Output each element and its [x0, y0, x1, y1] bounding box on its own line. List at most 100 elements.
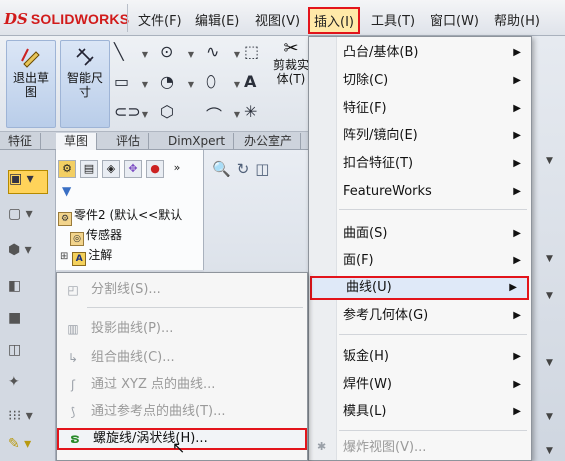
- menu-item-label: 切除(C): [343, 73, 389, 88]
- slot-tool[interactable]: ⊂⊃ ▼: [114, 102, 148, 126]
- menu-item-pattern-mirror[interactable]: 阵列/镜向(E) ▶: [309, 124, 531, 148]
- section-icon: ◧: [8, 278, 22, 294]
- tree-item-part[interactable]: ⚙ 零件2 (默认<<默认: [58, 206, 182, 226]
- menu-item-label: 曲线(U): [346, 280, 392, 295]
- lights-button[interactable]: ✦: [8, 374, 48, 398]
- ellipse-tool[interactable]: ⬯ ▼: [206, 72, 240, 96]
- submenu-item-label: 投影曲线(P)...: [91, 321, 174, 336]
- menu-separator: [339, 334, 527, 335]
- tree-item-label: 零件2 (默认<<默认: [74, 208, 183, 222]
- property-manager-icon[interactable]: ▤: [80, 160, 98, 178]
- reference-point-curve-icon: ⟆: [70, 405, 76, 419]
- dots-button[interactable]: ⁝⁝⁝ ▾: [8, 408, 48, 432]
- submenu-arrow-icon: ▶: [513, 130, 521, 141]
- menu-item-curve[interactable]: 曲线(U) ▶: [310, 276, 529, 300]
- view-orient-button[interactable]: ▢ ▾: [8, 206, 48, 230]
- arc-tool[interactable]: ◔ ▼: [160, 72, 194, 96]
- display-manager-icon[interactable]: ●: [146, 160, 164, 178]
- tab-features[interactable]: 特征: [0, 133, 42, 150]
- menu-file[interactable]: 文件(F): [138, 10, 182, 29]
- circle-tool[interactable]: ⊙ ▼: [160, 42, 194, 66]
- submenu-item-projected-curve[interactable]: ▥ 投影曲线(P)...: [57, 318, 307, 340]
- wire-button[interactable]: ◫: [8, 342, 48, 366]
- more-chevron-icon[interactable]: »: [168, 160, 186, 178]
- sketch-cube-button[interactable]: ▣ ▾: [8, 170, 48, 194]
- menu-item-boss-base[interactable]: 凸台/基体(B) ▶: [309, 41, 531, 65]
- chevron-down-icon[interactable]: ▼: [546, 412, 553, 422]
- filter-icon[interactable]: ▼: [62, 184, 71, 198]
- shaded-button[interactable]: ■: [8, 310, 48, 334]
- cube-icon: ▣ ▾: [9, 171, 34, 187]
- chevron-down-icon[interactable]: ▼: [546, 254, 553, 264]
- rectangle-tool[interactable]: ▭ ▼: [114, 72, 148, 96]
- dimxpert-icon[interactable]: ✥: [124, 160, 142, 178]
- menu-item-features[interactable]: 特征(F) ▶: [309, 97, 531, 121]
- menu-item-fastening-feature[interactable]: 扣合特征(T) ▶: [309, 152, 531, 176]
- fillet-icon: ⌒: [206, 106, 223, 125]
- section-view-button[interactable]: ◧: [8, 278, 48, 302]
- tree-item-label: 注解: [88, 248, 113, 262]
- tab-sketch[interactable]: 草图: [56, 133, 98, 150]
- helix-spiral-icon: ຣ: [70, 432, 80, 446]
- part-icon: ⚙: [58, 212, 72, 226]
- menu-item-surface[interactable]: 曲面(S) ▶: [309, 222, 531, 246]
- fillet-tool[interactable]: ⌒ ▼: [206, 102, 240, 126]
- chevron-down-icon[interactable]: ▼: [546, 446, 553, 456]
- menu-item-weldments[interactable]: 焊件(W) ▶: [309, 373, 531, 397]
- exit-sketch-button[interactable]: 退出草图: [6, 40, 56, 128]
- line-tool[interactable]: ╲ ▼: [114, 42, 148, 66]
- rectangle-icon: ▭: [114, 72, 130, 91]
- menu-item-label: 曲面(S): [343, 226, 388, 241]
- sparkle-icon: ✦: [8, 374, 20, 390]
- menu-window[interactable]: 窗口(W): [430, 10, 479, 29]
- tree-item-sensors[interactable]: ◎ 传感器: [70, 226, 122, 246]
- menu-help[interactable]: 帮助(H): [494, 10, 540, 29]
- tab-evaluate[interactable]: 评估: [108, 133, 150, 150]
- display-style-button[interactable]: ⬢ ▾: [8, 242, 48, 266]
- menu-edit[interactable]: 编辑(E): [195, 10, 239, 29]
- tab-office[interactable]: 办公室产: [236, 133, 302, 150]
- feature-manager-icon[interactable]: ⚙: [58, 160, 76, 178]
- chevron-down-icon[interactable]: ▼: [546, 358, 553, 368]
- chevron-down-icon[interactable]: ▼: [546, 291, 553, 301]
- menu-item-face[interactable]: 面(F) ▶: [309, 249, 531, 273]
- zoom-icon[interactable]: 🔍: [212, 160, 237, 178]
- polygon-tool[interactable]: ⬡: [160, 102, 194, 126]
- chevron-down-icon: ▼: [187, 50, 194, 59]
- submenu-item-reference-point-curve[interactable]: ⟆ 通过参考点的曲线(T)...: [57, 401, 307, 423]
- submenu-item-label: 螺旋线/涡状线(H)...: [93, 431, 208, 446]
- dots-icon: ⁝⁝⁝ ▾: [8, 408, 33, 424]
- submenu-item-composite-curve[interactable]: ↳ 组合曲线(C)...: [57, 347, 307, 369]
- menu-item-cut[interactable]: 切除(C) ▶: [309, 69, 531, 93]
- menu-item-exploded-view[interactable]: ✱ 爆炸视图(V)...: [309, 436, 531, 460]
- chevron-down-icon[interactable]: ▼: [546, 156, 553, 166]
- tools-button[interactable]: ✎ ▾: [8, 436, 48, 460]
- trim-entities-button[interactable]: ✂ 剪裁实体(T): [272, 40, 310, 122]
- menu-item-label: 焊件(W): [343, 377, 392, 392]
- rotate-icon[interactable]: ↻: [237, 160, 256, 178]
- point-icon: ✳: [244, 102, 258, 121]
- insert-menu-dropdown: 凸台/基体(B) ▶ 切除(C) ▶ 特征(F) ▶ 阵列/镜向(E) ▶ 扣合特征(T…: [308, 36, 532, 461]
- config-manager-icon[interactable]: ◈: [102, 160, 120, 178]
- shape-icon: ⬢ ▾: [8, 242, 32, 258]
- menu-view[interactable]: 视图(V): [255, 10, 300, 29]
- split-line-icon: ◰: [67, 283, 79, 297]
- spline-tool[interactable]: ∿ ▼: [206, 42, 240, 66]
- menu-item-reference-geometry[interactable]: 参考几何体(G) ▶: [309, 304, 531, 328]
- submenu-item-xyz-curve[interactable]: ʃ 通过 XYZ 点的曲线...: [57, 374, 307, 396]
- tree-toolbar: ⚙ ▤ ◈ ✥ ● »: [56, 158, 204, 180]
- menu-item-molds[interactable]: 模具(L) ▶: [309, 400, 531, 424]
- solid-box-icon: ■: [8, 310, 22, 326]
- menu-tools[interactable]: 工具(T): [371, 10, 415, 29]
- menu-insert[interactable]: 插入(I): [308, 7, 360, 34]
- submenu-item-split-line[interactable]: ◰ 分割线(S)...: [57, 279, 307, 301]
- expand-icon[interactable]: ⊞: [60, 251, 68, 262]
- smart-dimension-button[interactable]: 智能尺寸: [60, 40, 110, 128]
- menu-item-sheet-metal[interactable]: 钣金(H) ▶: [309, 345, 531, 369]
- tree-item-annotations[interactable]: ⊞ A 注解: [60, 246, 112, 266]
- tab-dimxpert[interactable]: DimXpert: [160, 133, 235, 150]
- submenu-item-label: 分割线(S)...: [91, 282, 161, 297]
- exit-sketch-label: 退出草图: [13, 71, 50, 99]
- view-cube-icon[interactable]: ◫: [255, 160, 275, 178]
- menu-item-featureworks[interactable]: FeatureWorks ▶: [309, 180, 531, 204]
